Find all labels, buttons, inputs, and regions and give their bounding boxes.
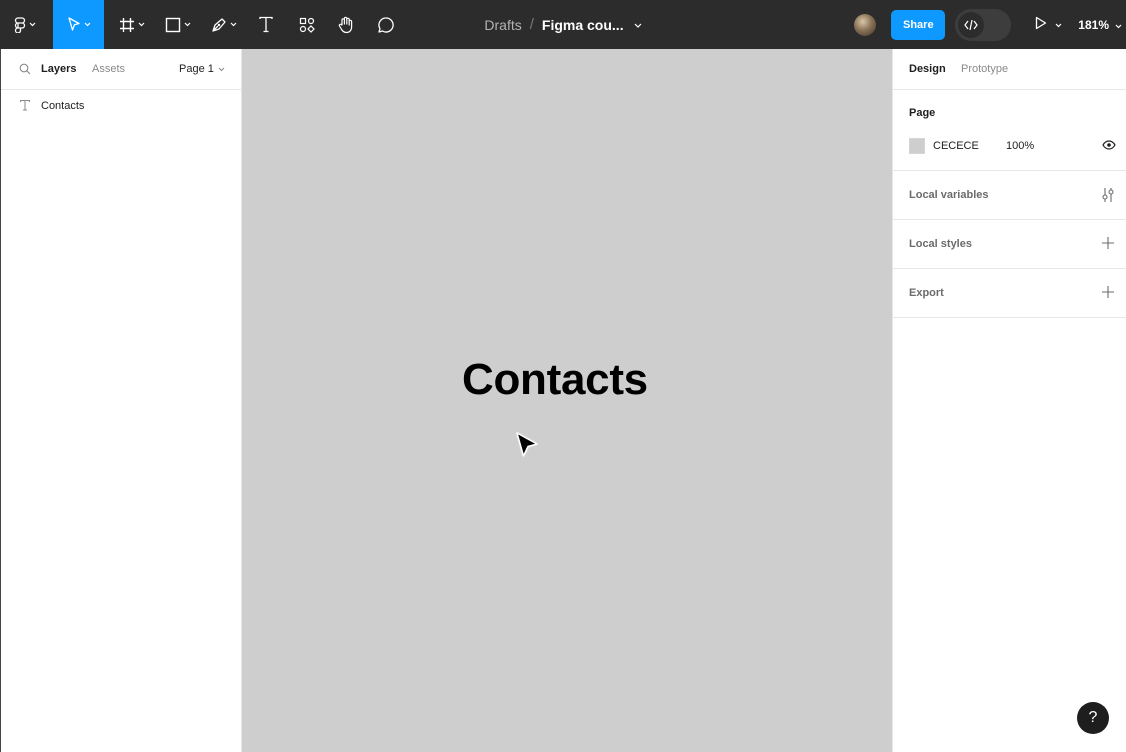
local-styles-label: Local styles [909, 238, 972, 250]
canvas-text-contacts[interactable]: Contacts [462, 355, 648, 405]
components-icon [299, 17, 315, 33]
text-tool-button[interactable] [246, 0, 286, 49]
frame-hash-icon [119, 17, 135, 33]
page-section: Page CECECE 100% [893, 90, 1126, 171]
layer-row-contacts[interactable]: Contacts [1, 96, 241, 116]
comment-tool-button[interactable] [364, 0, 408, 49]
tab-assets[interactable]: Assets [92, 63, 125, 75]
mouse-cursor-icon [514, 430, 542, 463]
hand-icon [337, 16, 355, 34]
zoom-level: 181% [1078, 17, 1109, 32]
chevron-down-icon [29, 22, 36, 27]
left-panel-tabs: Layers Assets Page 1 [1, 49, 241, 90]
layers-panel: Layers Assets Page 1 Contacts [0, 49, 242, 752]
page-color-opacity[interactable]: 100% [1006, 140, 1034, 152]
zoom-menu[interactable]: 181% [1078, 18, 1122, 32]
local-variables-section[interactable]: Local variables [893, 171, 1126, 220]
rectangle-icon [165, 17, 181, 33]
dev-mode-toggle[interactable] [955, 8, 1012, 41]
properties-panel: Design Prototype Page CECECE 100% Local … [892, 49, 1126, 752]
comment-bubble-icon [377, 16, 395, 34]
toolbar-right: Share 181% [854, 0, 1126, 49]
avatar[interactable] [854, 13, 877, 36]
variables-sliders-icon[interactable] [1101, 187, 1115, 206]
local-styles-section[interactable]: Local styles [893, 220, 1126, 269]
tab-prototype[interactable]: Prototype [961, 63, 1008, 75]
chevron-down-icon [138, 22, 145, 27]
tab-layers[interactable]: Layers [41, 63, 76, 75]
right-panel-tabs: Design Prototype [893, 49, 1126, 90]
local-variables-label: Local variables [909, 189, 989, 201]
breadcrumb-drafts-link[interactable]: Drafts [484, 17, 521, 33]
pen-tool-button[interactable] [202, 0, 246, 49]
eye-icon[interactable] [1102, 140, 1116, 153]
play-icon [1035, 16, 1047, 33]
page-selector[interactable]: Page 1 [179, 63, 225, 75]
page-color-swatch[interactable] [909, 138, 925, 154]
page-section-title: Page [909, 107, 936, 119]
chevron-down-icon [230, 22, 237, 27]
breadcrumb-separator: / [529, 16, 534, 33]
page-selector-label: Page 1 [179, 63, 214, 75]
search-icon[interactable] [19, 63, 31, 78]
text-icon [258, 16, 274, 33]
toolbar-tools [0, 0, 408, 49]
plus-icon[interactable] [1101, 236, 1115, 253]
file-name[interactable]: Figma cou... [542, 17, 624, 33]
shape-tool-button[interactable] [156, 0, 200, 49]
chevron-down-icon [184, 22, 191, 27]
chevron-down-icon [1115, 18, 1122, 32]
text-layer-icon [19, 99, 31, 114]
chevron-down-icon [1055, 19, 1062, 31]
figma-logo-icon [14, 16, 26, 33]
layer-name: Contacts [41, 100, 85, 112]
toolbar: Drafts / Figma cou... Share 181% [0, 0, 1126, 49]
export-section[interactable]: Export [893, 269, 1126, 318]
move-tool-button[interactable] [53, 0, 104, 49]
share-button[interactable]: Share [891, 9, 946, 40]
present-button[interactable] [1035, 16, 1062, 33]
code-icon [958, 11, 985, 38]
export-label: Export [909, 287, 944, 299]
help-button[interactable]: ? [1077, 702, 1109, 734]
chevron-down-icon [218, 63, 225, 75]
frame-tool-button[interactable] [110, 0, 154, 49]
pen-icon [211, 17, 227, 33]
resources-tool-button[interactable] [286, 0, 328, 49]
main-menu-button[interactable] [0, 0, 50, 49]
tab-design[interactable]: Design [909, 63, 946, 75]
canvas[interactable]: Contacts [242, 49, 892, 752]
move-cursor-icon [67, 17, 81, 32]
chevron-down-icon[interactable] [634, 19, 642, 31]
plus-icon[interactable] [1101, 285, 1115, 302]
chevron-down-icon [84, 22, 91, 27]
hand-tool-button[interactable] [328, 0, 364, 49]
page-color-hex[interactable]: CECECE [933, 140, 979, 152]
